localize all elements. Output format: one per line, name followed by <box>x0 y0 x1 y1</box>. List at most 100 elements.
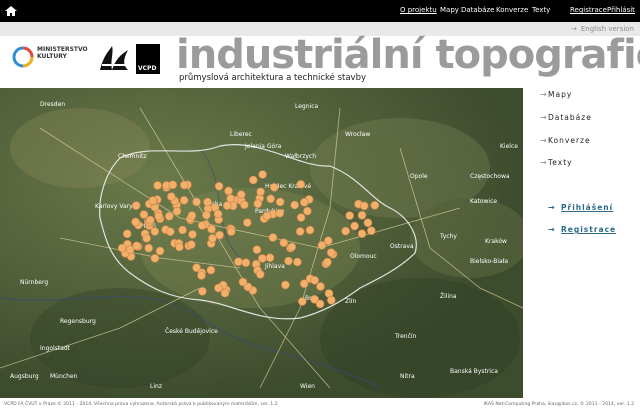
map-site-marker[interactable] <box>172 206 182 216</box>
map-site-marker[interactable] <box>297 297 307 306</box>
map-site-marker[interactable] <box>198 287 207 296</box>
map-site-marker[interactable] <box>188 230 197 239</box>
map-site-marker[interactable] <box>150 227 160 236</box>
map-site-marker[interactable] <box>131 217 140 227</box>
cvut-logo[interactable] <box>98 44 130 74</box>
map-canvas[interactable]: DresdenLiberecWrocławChemnitzPrahaPlzeňH… <box>0 88 523 398</box>
map-site-marker[interactable] <box>197 271 206 280</box>
map-site-marker[interactable] <box>243 218 252 227</box>
map-site-marker[interactable] <box>187 211 197 220</box>
map-site-marker[interactable] <box>326 248 336 257</box>
nav-mapy[interactable]: Mapy <box>440 6 459 14</box>
map-site-marker[interactable] <box>357 229 367 238</box>
map-site-marker[interactable] <box>296 180 306 189</box>
map-site-marker[interactable] <box>167 192 176 201</box>
menu-texty[interactable]: Texty <box>548 158 573 167</box>
map-site-marker[interactable] <box>370 201 380 210</box>
map-site-marker[interactable] <box>281 280 290 290</box>
map-site-marker[interactable] <box>214 283 223 293</box>
nav-konverze[interactable]: Konverze <box>496 6 528 14</box>
map-site-marker[interactable] <box>295 227 305 236</box>
map-site-marker[interactable] <box>252 245 262 254</box>
map-site-marker[interactable] <box>268 233 278 242</box>
map-site-marker[interactable] <box>299 198 309 207</box>
map-site-marker[interactable] <box>279 238 289 247</box>
nav-texty[interactable]: Texty <box>532 6 550 14</box>
map-site-marker[interactable] <box>275 197 285 207</box>
map-site-marker[interactable] <box>305 225 315 235</box>
map-site-marker[interactable] <box>197 221 207 230</box>
map-site-marker[interactable] <box>284 256 293 266</box>
map-site-marker[interactable] <box>238 277 248 287</box>
nav-registrace[interactable]: Registrace <box>570 6 607 14</box>
map-site-marker[interactable] <box>341 226 350 236</box>
map-site-marker[interactable] <box>180 180 189 190</box>
map-site-marker[interactable] <box>253 199 263 208</box>
map-site-marker[interactable] <box>287 242 297 252</box>
map-site-marker[interactable] <box>222 201 232 210</box>
map-site-marker[interactable] <box>203 197 212 207</box>
map-site-marker[interactable] <box>290 200 300 210</box>
menu-mapy[interactable]: Mapy <box>548 90 572 99</box>
satellite-map[interactable]: DresdenLiberecWrocławChemnitzPrahaPlzeňH… <box>0 88 523 398</box>
map-site-marker[interactable] <box>256 187 265 197</box>
map-site-marker[interactable] <box>227 227 236 236</box>
map-site-marker[interactable] <box>131 201 141 210</box>
map-site-marker[interactable] <box>357 211 367 220</box>
map-site-marker[interactable] <box>293 257 302 267</box>
register-link[interactable]: Registrace <box>561 225 616 234</box>
login-link[interactable]: Přihlášení <box>561 203 613 212</box>
map-site-marker[interactable] <box>240 200 249 210</box>
map-site-marker[interactable] <box>146 215 155 225</box>
map-site-marker[interactable] <box>139 210 149 219</box>
map-site-marker[interactable] <box>326 295 336 305</box>
map-site-marker[interactable] <box>323 257 332 267</box>
map-site-marker[interactable] <box>117 243 127 253</box>
map-site-marker[interactable] <box>144 243 153 253</box>
nav-prihlasit[interactable]: Přihlásit <box>607 6 635 14</box>
map-site-marker[interactable] <box>154 211 163 221</box>
map-site-marker[interactable] <box>257 254 267 263</box>
map-site-marker[interactable] <box>220 288 230 298</box>
map-site-marker[interactable] <box>214 181 224 191</box>
map-site-marker[interactable] <box>175 242 184 252</box>
map-site-marker[interactable] <box>155 246 165 256</box>
map-site-marker[interactable] <box>366 226 376 235</box>
map-site-marker[interactable] <box>269 183 279 192</box>
vcpd-logo[interactable]: VCPD <box>136 44 160 74</box>
map-site-marker[interactable] <box>236 190 246 199</box>
map-site-marker[interactable] <box>310 276 320 285</box>
menu-konverze[interactable]: Konverze <box>548 136 591 145</box>
map-site-marker[interactable] <box>345 211 355 220</box>
map-site-marker[interactable] <box>207 224 216 234</box>
map-site-marker[interactable] <box>153 181 162 190</box>
map-site-marker[interactable] <box>178 225 187 235</box>
map-site-marker[interactable] <box>255 270 265 279</box>
map-site-marker[interactable] <box>150 254 160 263</box>
map-site-marker[interactable] <box>266 194 276 204</box>
map-site-marker[interactable] <box>206 265 216 275</box>
home-icon[interactable] <box>4 4 18 18</box>
map-site-marker[interactable] <box>303 206 312 216</box>
map-site-marker[interactable] <box>168 180 178 190</box>
map-site-marker[interactable] <box>132 241 141 251</box>
map-site-marker[interactable] <box>234 257 243 266</box>
map-site-marker[interactable] <box>208 234 217 243</box>
map-site-marker[interactable] <box>179 196 189 205</box>
map-site-marker[interactable] <box>187 240 196 249</box>
map-site-marker[interactable] <box>323 236 333 246</box>
map-site-marker[interactable] <box>148 196 158 205</box>
map-site-marker[interactable] <box>165 211 174 221</box>
map-site-marker[interactable] <box>192 197 201 207</box>
menu-databaze[interactable]: Databáze <box>548 113 592 122</box>
map-site-marker[interactable] <box>299 279 309 288</box>
map-site-marker[interactable] <box>359 201 369 211</box>
map-site-marker[interactable] <box>258 170 267 179</box>
map-site-marker[interactable] <box>142 234 151 243</box>
map-site-marker[interactable] <box>296 213 306 222</box>
map-site-marker[interactable] <box>224 186 233 196</box>
map-site-marker[interactable] <box>241 258 251 267</box>
map-site-marker[interactable] <box>166 227 175 236</box>
map-site-marker[interactable] <box>350 221 359 231</box>
map-site-marker[interactable] <box>275 208 285 218</box>
